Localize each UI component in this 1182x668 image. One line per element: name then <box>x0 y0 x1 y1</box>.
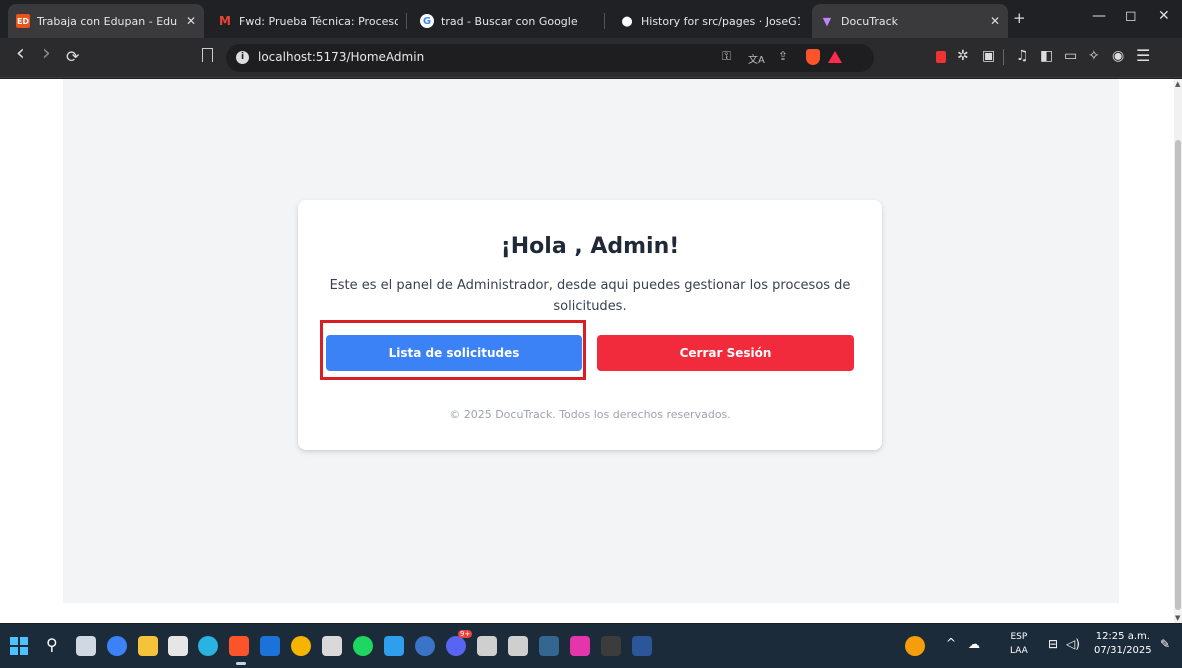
tab-label: Fwd: Prueba Técnica: Proceso de S <box>239 14 398 28</box>
panel-description: Este es el panel de Administrador, desde… <box>329 278 851 314</box>
toolbar-separator <box>1003 49 1004 65</box>
scrollbar-thumb[interactable] <box>1175 140 1181 610</box>
tab-label: History for src/pages · JoseG1515 <box>641 14 800 28</box>
page-background: ¡Hola , Admin! Este es el panel de Admin… <box>63 79 1119 603</box>
language-indicator[interactable]: ESP LAA <box>1010 630 1028 658</box>
active-app-indicator <box>236 662 246 665</box>
logout-button[interactable]: Cerrar Sesión <box>597 335 854 371</box>
translate-icon[interactable]: 文A <box>748 51 765 66</box>
discord-icon[interactable] <box>446 636 466 656</box>
gmail-favicon-icon: M <box>219 14 231 28</box>
google-favicon-icon: G <box>420 14 434 28</box>
clock-time: 12:25 a.m. <box>1095 631 1150 642</box>
edupan-favicon-icon: ED <box>16 14 30 28</box>
app-icon[interactable] <box>508 636 528 656</box>
app-icon[interactable] <box>322 636 342 656</box>
task-view-icon[interactable] <box>76 636 96 656</box>
scroll-down-icon[interactable]: ▼ <box>1175 614 1180 622</box>
new-tab-icon[interactable]: + <box>1013 9 1026 27</box>
scroll-up-icon[interactable]: ▲ <box>1175 80 1180 88</box>
tab-separator <box>406 13 407 29</box>
volume-icon[interactable]: ◁) <box>1066 637 1080 651</box>
tab-close-icon[interactable]: ✕ <box>186 14 196 28</box>
media-icon[interactable]: ♫ <box>1016 48 1029 64</box>
notifications-icon[interactable]: ✎ <box>1160 637 1170 651</box>
brave-shield-icon[interactable] <box>806 49 820 65</box>
brave-browser-icon[interactable] <box>229 636 249 656</box>
terminal-icon[interactable] <box>601 636 621 656</box>
menu-icon[interactable]: ☰ <box>1136 46 1150 65</box>
github-favicon-icon: ● <box>621 13 633 29</box>
clock-date: 07/31/2025 <box>1094 645 1152 656</box>
password-key-icon[interactable]: ⚿ <box>722 49 731 64</box>
close-window-icon[interactable]: ✕ <box>1158 8 1170 24</box>
extensions-icon[interactable]: ✲ <box>957 48 969 64</box>
tab-edupan[interactable]: ED Trabaja con Edupan - Edupan ✕ <box>8 4 204 38</box>
notification-badge: 9+ <box>458 630 473 638</box>
tab-label: Trabaja con Edupan - Edupan <box>37 14 178 28</box>
edge-icon[interactable] <box>198 636 218 656</box>
tab-label: trad - Buscar con Google <box>441 14 578 28</box>
highlight-box <box>320 320 586 380</box>
file-explorer-icon[interactable] <box>138 636 158 656</box>
maximize-icon[interactable]: ◻ <box>1125 8 1137 24</box>
tray-chevron-icon[interactable]: ^ <box>946 636 956 650</box>
outlook-icon[interactable] <box>260 636 280 656</box>
wallet-icon[interactable]: ▭ <box>1064 48 1077 64</box>
system-clock[interactable]: 12:25 a.m. 07/31/2025 <box>1094 630 1152 658</box>
app-icon[interactable] <box>570 636 590 656</box>
browser-toolbar: ‹ › ⟳ i localhost:5173/HomeAdmin ⚿ 文A ⇪ … <box>0 38 1182 78</box>
language-code: ESP <box>1010 632 1028 642</box>
store-icon[interactable] <box>168 636 188 656</box>
share-icon[interactable]: ⇪ <box>778 49 788 63</box>
tab-google[interactable]: G trad - Buscar con Google <box>412 4 604 38</box>
tab-gmail[interactable]: M Fwd: Prueba Técnica: Proceso de S <box>210 4 406 38</box>
vscode-icon[interactable] <box>384 636 404 656</box>
tab-docutrack[interactable]: ▼ DocuTrack ✕ <box>812 4 1008 38</box>
windows-start-icon[interactable] <box>10 637 28 655</box>
reader-mode-icon[interactable]: ▣ <box>982 48 995 64</box>
search-icon[interactable]: ⚲ <box>46 635 58 654</box>
app-icon[interactable] <box>415 636 435 656</box>
forward-icon[interactable]: › <box>42 41 51 66</box>
copyright-footer: © 2025 DocuTrack. Todos los derechos res… <box>449 408 731 421</box>
vpn-icon[interactable]: ◉ <box>1112 48 1124 64</box>
tab-strip: ED Trabaja con Edupan - Edupan ✕ M Fwd: … <box>0 0 1182 38</box>
reload-icon[interactable]: ⟳ <box>66 47 79 66</box>
app-icon[interactable] <box>477 636 497 656</box>
weather-icon[interactable] <box>905 636 925 656</box>
page-title: ¡Hola , Admin! <box>500 234 680 259</box>
tab-github[interactable]: ● History for src/pages · JoseG1515 <box>612 4 808 38</box>
tab-close-icon[interactable]: ✕ <box>990 14 1000 28</box>
docutrack-favicon-icon: ▼ <box>822 14 832 28</box>
copilot-icon[interactable] <box>107 636 127 656</box>
minimize-icon[interactable]: — <box>1092 8 1106 24</box>
word-icon[interactable] <box>632 636 652 656</box>
pdf-extension-icon[interactable] <box>936 51 946 63</box>
spotify-icon[interactable] <box>353 636 373 656</box>
page-viewport: ¡Hola , Admin! Este es el panel de Admin… <box>0 79 1174 623</box>
network-icon[interactable]: ⊟ <box>1048 637 1058 651</box>
windows-taskbar: ⚲ 9+ ^ ☁ ESP LAA ⊟ ◁) 12:25 a.m. 07/31/2… <box>0 624 1182 668</box>
back-icon[interactable]: ‹ <box>16 41 25 66</box>
leo-ai-icon[interactable]: ✧ <box>1088 48 1100 64</box>
bookmark-icon[interactable] <box>202 48 213 62</box>
tab-label: DocuTrack <box>841 14 899 28</box>
chrome-icon[interactable] <box>291 636 311 656</box>
url-text: localhost:5173/HomeAdmin <box>258 50 425 64</box>
brave-rewards-icon[interactable] <box>828 51 842 63</box>
sidebar-icon[interactable]: ◧ <box>1040 48 1053 64</box>
postgresql-icon[interactable] <box>539 636 559 656</box>
tab-separator <box>604 13 605 29</box>
keyboard-layout: LAA <box>1010 646 1028 656</box>
address-bar[interactable]: i localhost:5173/HomeAdmin ⚿ 文A ⇪ <box>226 44 874 72</box>
onedrive-icon[interactable]: ☁ <box>968 637 980 651</box>
site-info-icon[interactable]: i <box>236 51 249 64</box>
admin-panel-card: ¡Hola , Admin! Este es el panel de Admin… <box>298 200 882 450</box>
